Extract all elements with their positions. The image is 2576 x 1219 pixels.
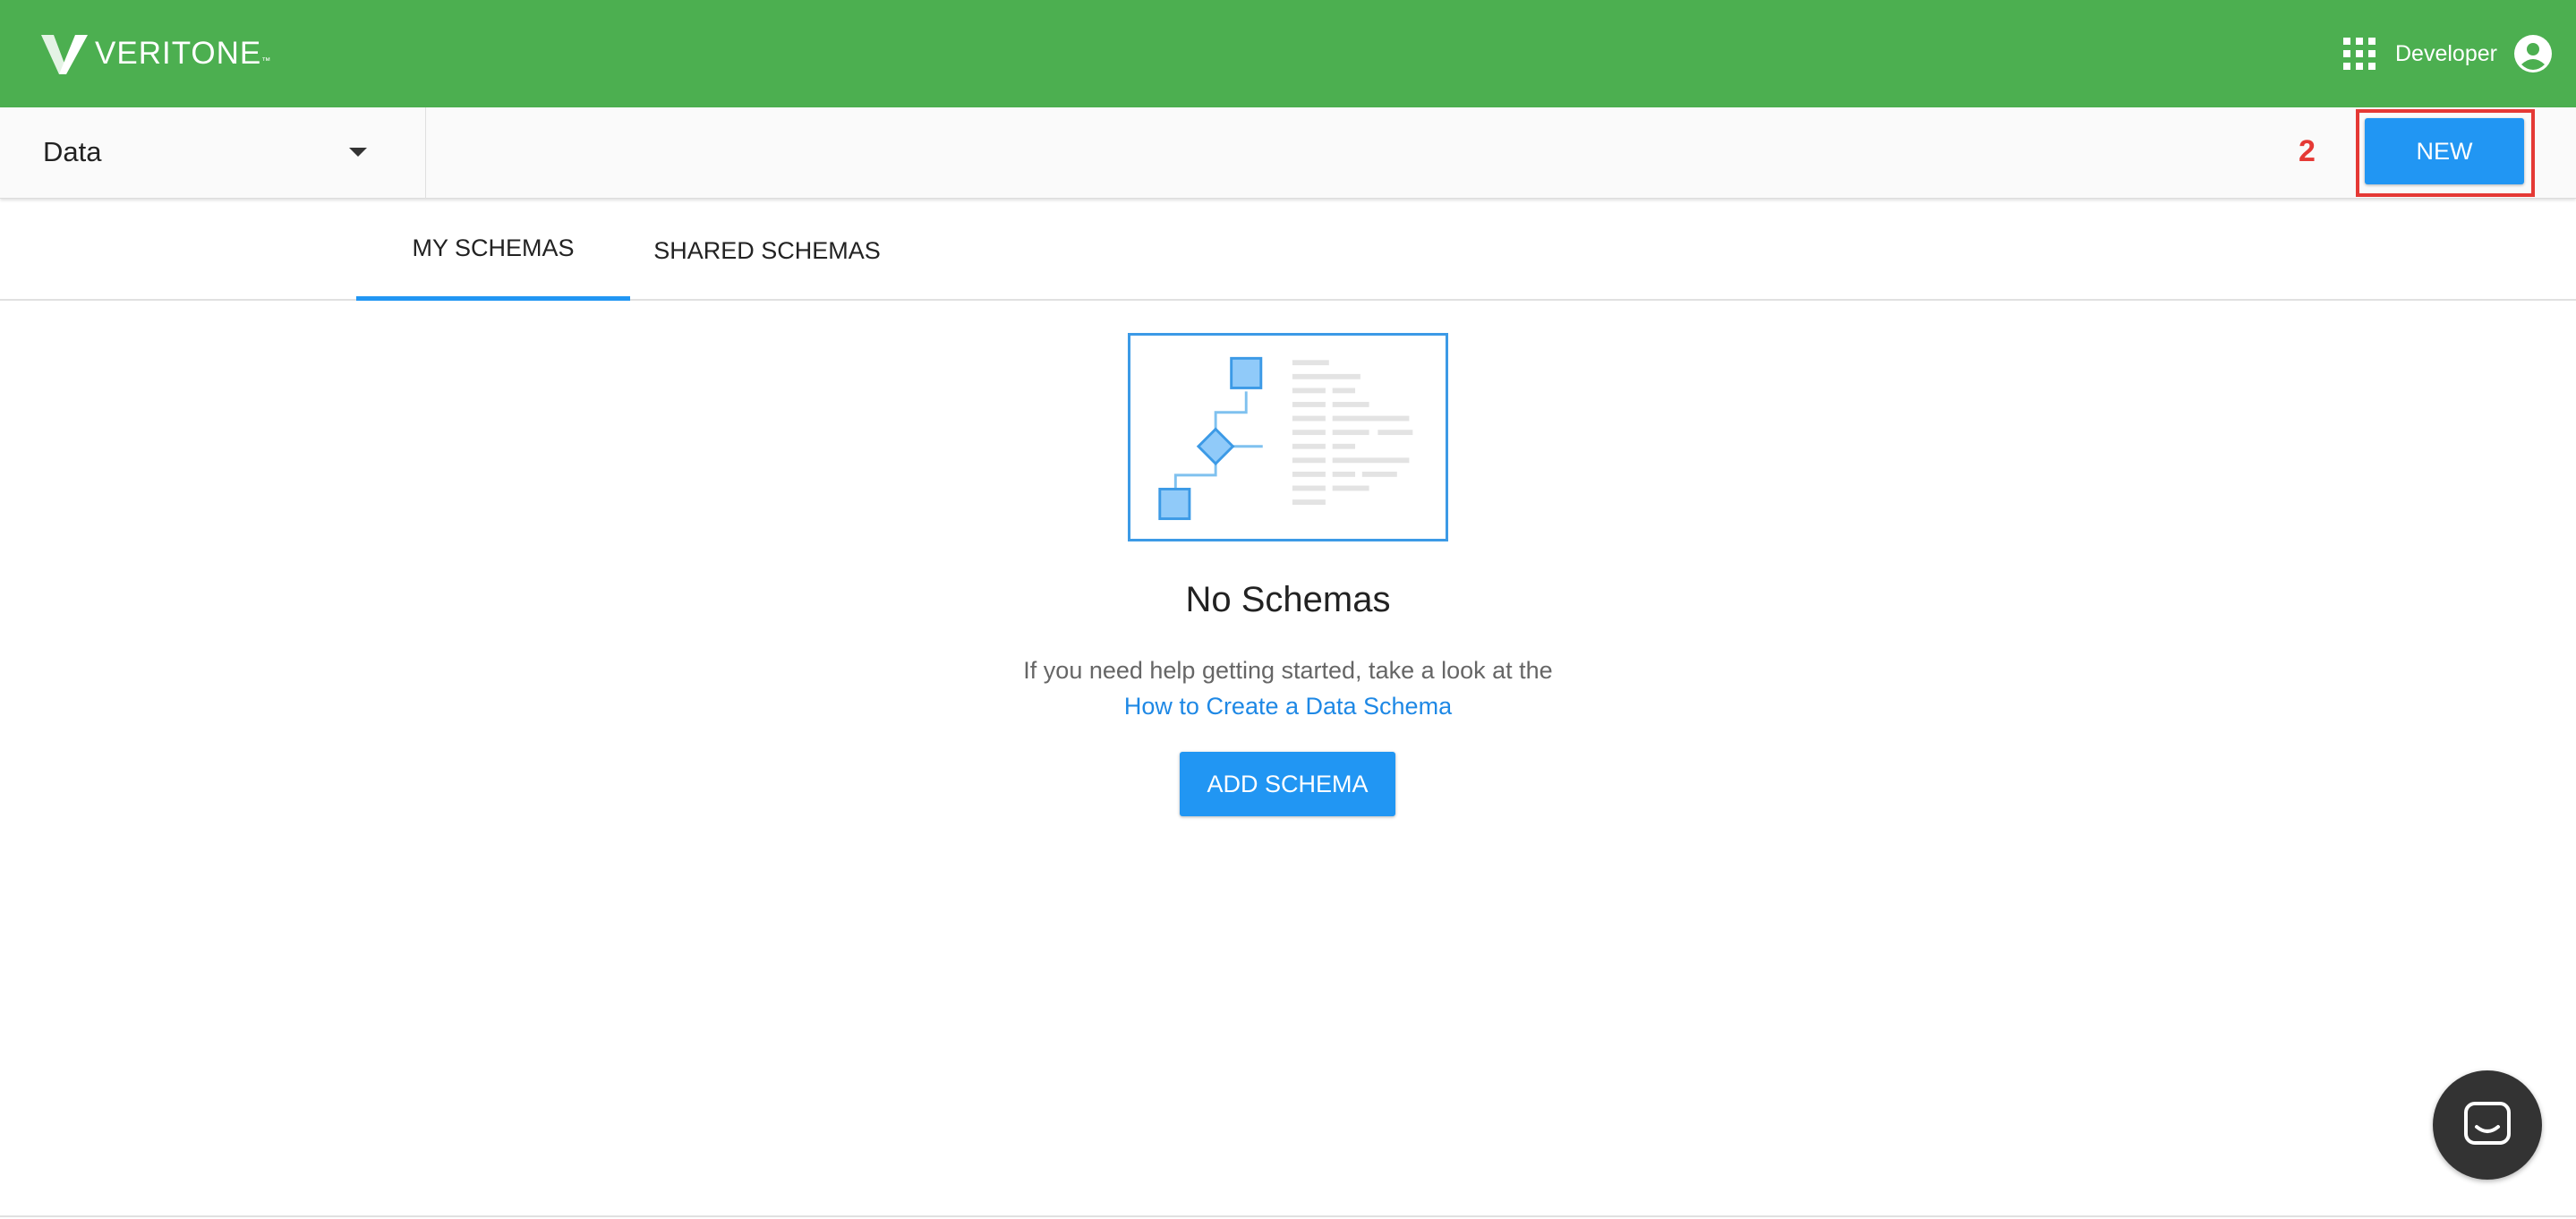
section-toolbar: Data xyxy=(0,107,2576,199)
user-name[interactable]: Developer xyxy=(2395,39,2497,68)
apps-grid-icon[interactable] xyxy=(2343,38,2376,70)
new-button[interactable]: NEW xyxy=(2365,118,2524,184)
empty-state-title: No Schemas xyxy=(1185,580,1391,619)
step-annotation: 2 xyxy=(2299,134,2316,168)
footer-divider xyxy=(0,1215,2576,1217)
chevron-down-icon xyxy=(349,148,367,157)
schema-illustration xyxy=(1128,333,1448,541)
section-dropdown-value: Data xyxy=(43,136,102,167)
chat-bubble-icon xyxy=(2464,1102,2511,1145)
app-header: VERITONE ™ Developer xyxy=(0,0,2576,107)
section-dropdown[interactable]: Data xyxy=(0,107,426,199)
veritone-logo[interactable]: VERITONE ™ xyxy=(39,30,270,77)
help-link[interactable]: How to Create a Data Schema xyxy=(0,693,2576,720)
veritone-logo-icon xyxy=(41,35,88,74)
chat-icon[interactable] xyxy=(2433,1070,2542,1180)
empty-state-help-text: If you need help getting started, take a… xyxy=(1023,657,1553,684)
brand-trademark: ™ xyxy=(261,56,271,66)
schema-tabs: MY SCHEMAS SHARED SCHEMAS xyxy=(0,200,2576,301)
add-schema-button[interactable]: ADD SCHEMA xyxy=(1180,752,1395,816)
account-circle-icon[interactable] xyxy=(2513,34,2553,73)
tab-shared-schemas[interactable]: SHARED SCHEMAS xyxy=(630,200,904,301)
tab-my-schemas[interactable]: MY SCHEMAS xyxy=(356,200,630,301)
brand-name: VERITONE xyxy=(95,36,262,71)
